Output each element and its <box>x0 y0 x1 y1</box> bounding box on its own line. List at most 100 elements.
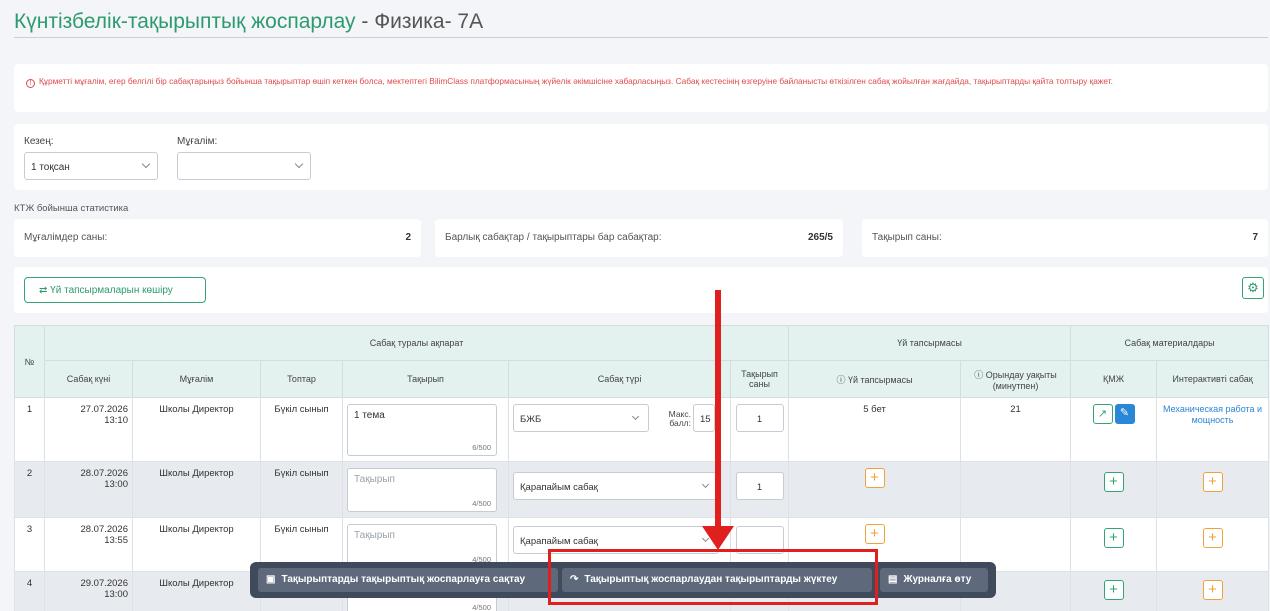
group-lesson-info: Сабақ туралы ақпарат <box>43 325 790 361</box>
add-kmj-button[interactable]: + <box>1103 528 1124 548</box>
max-score-label: Макс. балл: <box>668 409 691 428</box>
teacher-label: Мұғалім: <box>177 136 218 147</box>
save-topics-button[interactable]: ▣ Тақырыптарды тақырыптық жоспарлауға сақ… <box>258 568 558 592</box>
warning-alert: ! Құрметті мұғалім, егер белгілі бір саба… <box>14 64 1268 112</box>
add-interactive-button[interactable]: + <box>1202 580 1223 600</box>
pencil-icon[interactable]: ✎ <box>1114 404 1135 424</box>
max-score-input[interactable]: 15 <box>693 404 715 432</box>
page-title-subject: Физика- 7А <box>374 10 484 33</box>
topic-textarea[interactable]: Тақырып 4/500 <box>347 468 497 512</box>
save-icon: ▣ <box>266 574 276 585</box>
page-title-separator: - <box>355 10 375 33</box>
row-num: 4 <box>14 571 45 611</box>
char-counter: 4/500 <box>472 603 491 611</box>
topic-text: 1 тема <box>354 410 385 421</box>
go-to-journal-button[interactable]: ▤ Журналға өту <box>880 568 988 592</box>
row-topic-count-cell: 1 <box>729 461 790 518</box>
stats-title: КТЖ бойынша статистика <box>14 203 129 214</box>
add-kmj-button[interactable]: + <box>1103 472 1124 492</box>
row-kmj: + <box>1070 461 1158 518</box>
info-icon: ⓘ <box>974 369 986 380</box>
char-counter: 6/500 <box>472 443 491 452</box>
row-teacher: Школы Директор <box>132 517 261 572</box>
topic-textarea[interactable]: 1 тема 6/500 <box>347 404 497 456</box>
row-date: 29.07.2026 13:00 <box>44 571 133 611</box>
copy-homework-label: Үй тапсырмаларын көшіру <box>50 285 173 296</box>
row-date-time: 13:00 <box>104 479 128 490</box>
col-kmj: ҚМЖ <box>1070 360 1158 398</box>
row-date-day: 28.07.2026 <box>80 468 128 479</box>
char-counter: 4/500 <box>472 499 491 508</box>
row-type-cell: Қарапайым сабақ <box>508 461 731 518</box>
col-interactive: Интерактивті сабақ <box>1156 360 1270 398</box>
col-homework-label: Үй тапсырмасы <box>847 374 913 385</box>
chevron-down-icon <box>294 159 304 169</box>
row-date-time: 13:00 <box>104 589 128 600</box>
actions-panel: ⇄ Үй тапсырмаларын көшіру ⚙ <box>14 267 1268 313</box>
settings-button[interactable]: ⚙ <box>1242 277 1264 299</box>
row-homework: + <box>788 461 962 518</box>
col-time: ⓘ Орындау уақыты (минутпен) <box>960 360 1072 398</box>
page-title: Күнтізбелік-тақырыптық жоспарлау - Физик… <box>14 10 483 34</box>
stat-topics-value: 7 <box>1252 232 1258 243</box>
row-groups: Бүкіл сынып <box>260 397 343 462</box>
add-interactive-button[interactable]: + <box>1202 472 1223 492</box>
info-icon: ! <box>26 79 35 88</box>
period-select[interactable]: 1 тоқсан <box>24 152 158 180</box>
row-date-time: 13:10 <box>104 415 128 426</box>
interactive-lesson-link[interactable]: Механическая работа и мощность <box>1163 404 1262 425</box>
topic-placeholder: Тақырып <box>354 530 395 541</box>
row-topic-count-cell: 1 <box>729 397 790 462</box>
row-kmj: + <box>1070 517 1158 572</box>
row-date-day: 27.07.2026 <box>80 404 128 415</box>
chevron-down-icon <box>701 534 710 543</box>
row-groups: Бүкіл сынып <box>260 461 343 518</box>
col-topic-count: Тақырып саны <box>729 360 790 398</box>
row-kmj: ↗ ✎ <box>1070 397 1158 462</box>
lesson-type-value: БЖБ <box>520 414 542 425</box>
group-materials: Сабақ материалдары <box>1070 325 1270 361</box>
row-hw-time <box>960 461 1072 518</box>
add-homework-button[interactable]: + <box>864 524 885 544</box>
lesson-type-value: Қарапайым сабақ <box>520 536 598 547</box>
topic-count-input[interactable]: 1 <box>735 472 784 500</box>
title-divider <box>14 37 1268 38</box>
table-row: 2 28.07.2026 13:00 Школы Директор Бүкіл с… <box>14 461 1270 518</box>
col-date: Сабақ күні <box>44 360 133 398</box>
row-hw-time: 21 <box>960 397 1072 462</box>
row-homework[interactable]: 5 бет <box>788 397 962 462</box>
alert-text: Құрметті мұғалім, егер белгілі бір сабақ… <box>39 76 1113 86</box>
lesson-type-select[interactable]: БЖБ <box>513 404 649 432</box>
col-time-label: Орындау уақыты (минутпен) <box>985 369 1057 391</box>
filters-panel: Кезең: 1 тоқсан Мұғалім: <box>14 124 1268 190</box>
stat-teachers-value: 2 <box>405 232 411 243</box>
external-link-icon[interactable]: ↗ <box>1092 404 1113 424</box>
lesson-type-value: Қарапайым сабақ <box>520 482 598 493</box>
lesson-type-select[interactable]: Қарапайым сабақ <box>513 472 719 500</box>
chevron-down-icon <box>141 159 151 169</box>
row-topic-cell: 1 тема 6/500 <box>342 397 509 462</box>
add-interactive-button[interactable]: + <box>1202 528 1223 548</box>
col-type: Сабақ түрі <box>508 360 731 398</box>
col-homework: ⓘ Үй тапсырмасы <box>788 360 962 398</box>
row-date-day: 29.07.2026 <box>80 578 128 589</box>
col-topic: Тақырып <box>342 360 509 398</box>
row-teacher: Школы Директор <box>132 397 261 462</box>
stat-lessons: Барлық сабақтар / тақырыптары бар сабақт… <box>435 219 843 257</box>
add-kmj-button[interactable]: + <box>1103 580 1124 600</box>
add-homework-button[interactable]: + <box>864 468 885 488</box>
row-date: 27.07.2026 13:10 <box>44 397 133 462</box>
stat-lessons-label: Барлық сабақтар / тақырыптары бар сабақт… <box>445 232 662 243</box>
period-label: Кезең: <box>24 136 54 147</box>
period-select-value: 1 тоқсан <box>31 162 70 173</box>
topic-count-input[interactable]: 1 <box>735 404 784 432</box>
teacher-select[interactable] <box>177 152 311 180</box>
row-num: 3 <box>14 517 45 572</box>
row-num: 1 <box>14 397 45 462</box>
row-num: 2 <box>14 461 45 518</box>
swap-arrows-icon: ⇄ <box>39 285 48 296</box>
row-teacher: Школы Директор <box>132 461 261 518</box>
table-row: 1 27.07.2026 13:10 Школы Директор Бүкіл с… <box>14 397 1270 462</box>
info-icon: ⓘ <box>836 374 848 385</box>
copy-homework-button[interactable]: ⇄ Үй тапсырмаларын көшіру <box>24 277 206 303</box>
